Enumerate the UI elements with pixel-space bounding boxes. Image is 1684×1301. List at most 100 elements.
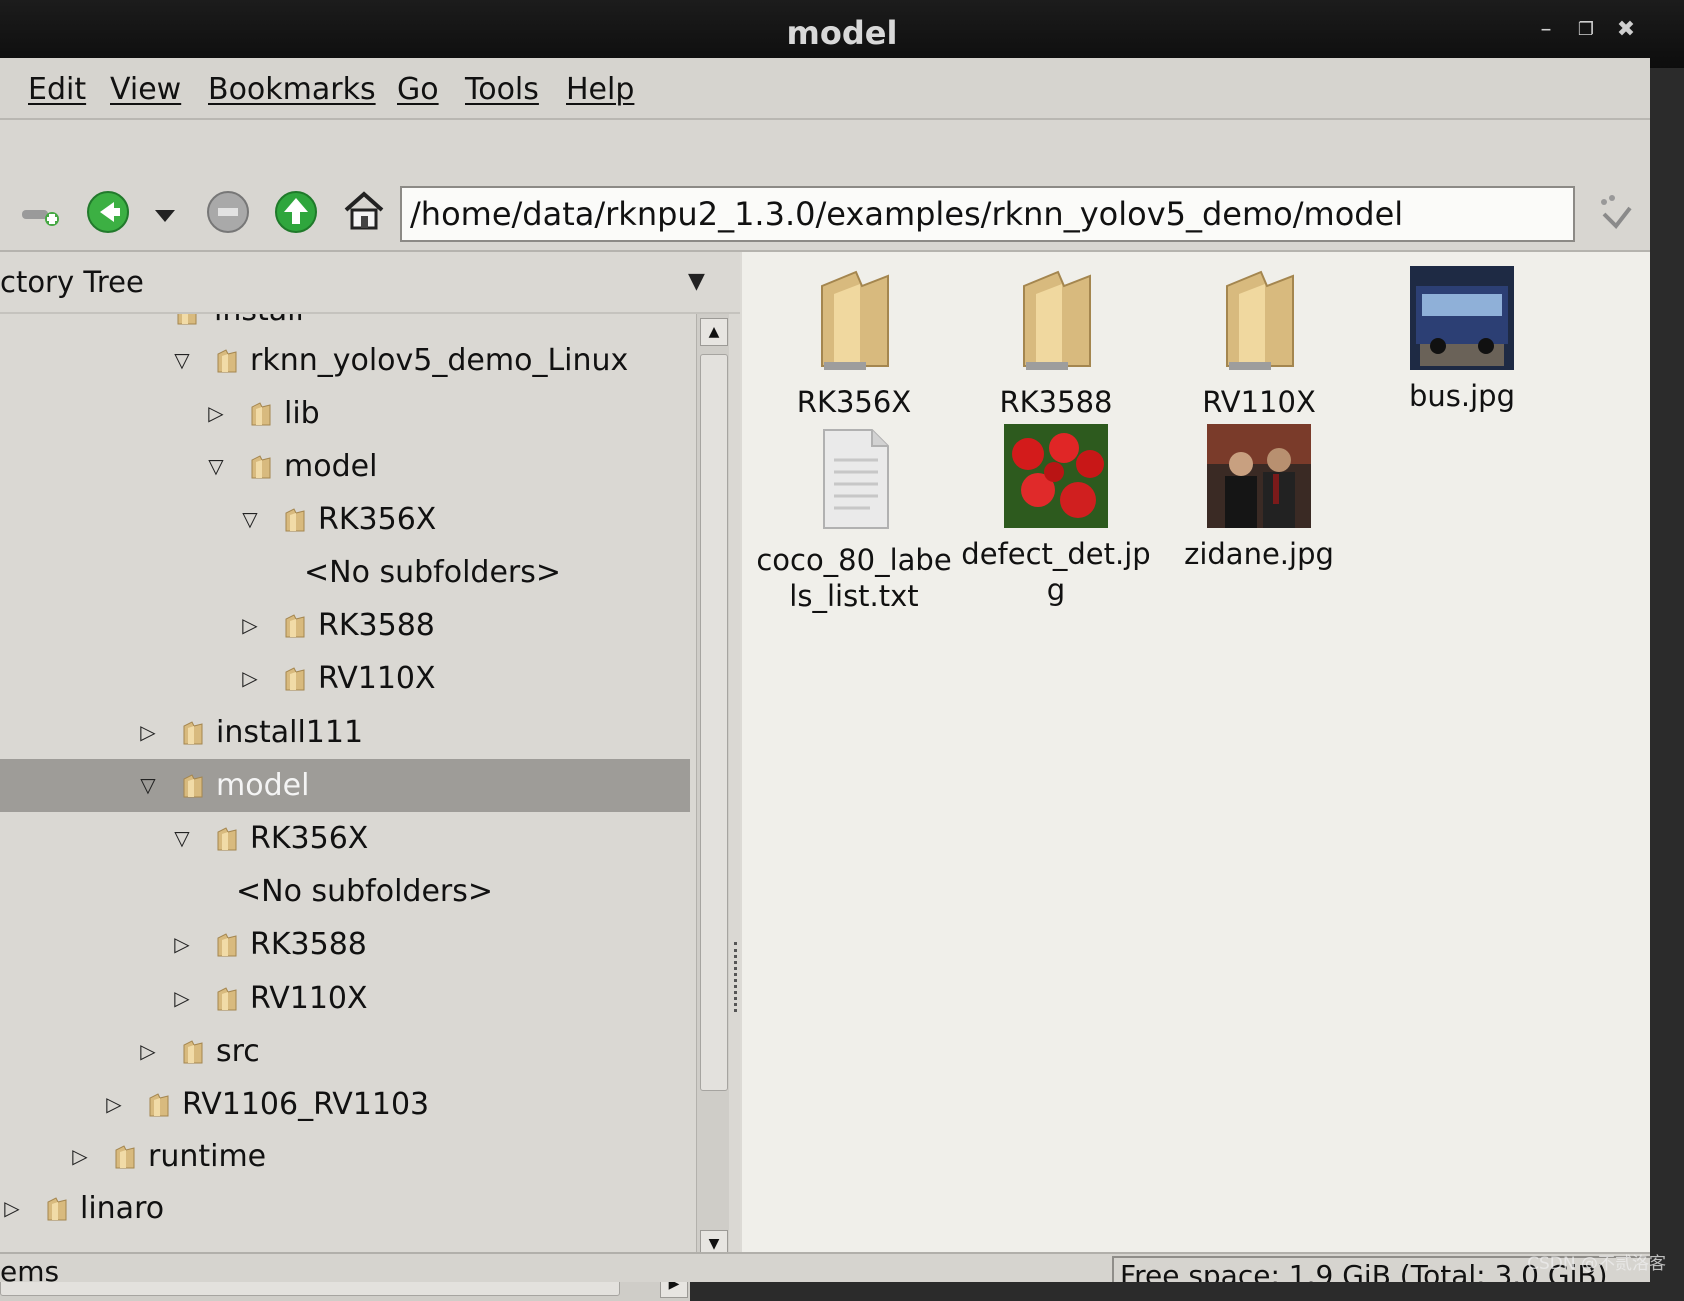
folder-icon — [212, 824, 242, 854]
folder-icon — [178, 1037, 208, 1067]
file-item[interactable]: coco_80_labels_list.txt — [754, 424, 954, 614]
folder-icon — [144, 1090, 174, 1120]
folder-item[interactable]: RK356X — [754, 266, 954, 420]
collapsed-arrow-icon[interactable]: ▷ — [0, 1182, 24, 1235]
file-name: bus.jpg — [1409, 379, 1515, 413]
expanded-arrow-icon[interactable]: ▽ — [170, 812, 194, 865]
dropdown-arrow-icon[interactable] — [150, 192, 180, 240]
folder-icon — [246, 452, 276, 482]
location-bar[interactable]: /home/data/rknpu2_1.3.0/examples/rknn_yo… — [400, 186, 1575, 242]
collapsed-arrow-icon[interactable]: ▷ — [204, 387, 228, 440]
folder-icon — [280, 505, 310, 535]
collapsed-arrow-icon[interactable]: ▷ — [238, 652, 262, 705]
file-name: RK356X — [796, 385, 912, 419]
collapsed-arrow-icon[interactable]: ▷ — [170, 918, 194, 971]
file-item[interactable]: bus.jpg — [1362, 266, 1562, 414]
collapsed-arrow-icon[interactable]: ▷ — [136, 706, 160, 759]
directory-tree[interactable]: install ▽rknn_yolov5_demo_Linux▷lib▽mode… — [0, 314, 690, 1257]
collapsed-arrow-icon[interactable]: ▷ — [238, 599, 262, 652]
tree-row[interactable]: ▷ RK3588 — [0, 918, 690, 971]
pane-splitter[interactable] — [734, 942, 741, 1012]
status-item-count: ems — [0, 1255, 60, 1282]
tree-row[interactable]: ▽ model — [0, 759, 690, 812]
tree-row[interactable]: ▷ RK3588 — [0, 599, 690, 652]
tree-row[interactable]: ▷ lib — [0, 387, 690, 440]
menu-edit[interactable]: Edit — [28, 72, 86, 107]
tree-row-label: <No subfolders> — [304, 555, 562, 590]
collapsed-arrow-icon[interactable]: ▷ — [170, 972, 194, 1025]
text-file-icon — [804, 424, 904, 534]
go-icon[interactable] — [1590, 190, 1638, 238]
tree-row[interactable]: ▷ linaro — [0, 1182, 690, 1235]
expanded-arrow-icon[interactable]: ▽ — [204, 440, 228, 493]
tree-row-label: runtime — [148, 1139, 267, 1174]
expanded-arrow-icon[interactable]: ▽ — [136, 759, 160, 812]
tree-row[interactable]: ▷ RV110X — [0, 972, 690, 1025]
tree-row[interactable]: ▷ RV1106_RV1103 — [0, 1078, 690, 1131]
tree-row-label: RK356X — [250, 821, 369, 856]
folder-icon — [172, 314, 202, 328]
tree-row[interactable]: ▷ RV110X — [0, 652, 690, 705]
image-thumbnail — [1207, 424, 1311, 528]
restore-icon[interactable]: ❐ — [1574, 18, 1598, 42]
expanded-arrow-icon[interactable]: ▽ — [170, 334, 194, 387]
folder-icon — [280, 611, 310, 641]
up-icon[interactable] — [272, 188, 320, 236]
tree-row[interactable]: ▽ model — [0, 440, 690, 493]
tree-vertical-scrollbar[interactable]: ▲ ▼ — [696, 314, 729, 1264]
folder-icon — [1209, 266, 1309, 376]
back-icon[interactable] — [84, 188, 132, 236]
tree-row[interactable]: ▽ RK356X — [0, 812, 690, 865]
tree-row[interactable]: ▷ src — [0, 1025, 690, 1078]
stop-icon[interactable] — [204, 188, 252, 236]
side-pane: ctory Tree ▼ install ▽rknn_yolov5_demo_L… — [0, 252, 741, 1301]
folder-icon — [178, 771, 208, 801]
watermark: CSDN @不贰洛客 — [1527, 1254, 1666, 1274]
toolbar: /home/data/rknpu2_1.3.0/examples/rknn_yo… — [0, 120, 1650, 252]
tree-row[interactable]: ▷ install111 — [0, 706, 690, 759]
folder-item[interactable]: RK3588 — [956, 266, 1156, 420]
file-name: zidane.jpg — [1184, 537, 1334, 571]
tree-row[interactable]: <No subfolders> — [0, 546, 690, 599]
image-thumbnail — [1004, 424, 1108, 528]
tree-row-label: model — [216, 768, 310, 803]
folder-icon — [110, 1142, 140, 1172]
collapsed-arrow-icon[interactable]: ▷ — [68, 1130, 92, 1183]
menu-view[interactable]: View — [110, 72, 181, 107]
file-name: coco_80_labels_list.txt — [756, 543, 952, 613]
file-view[interactable]: RK356X RK3588 RV110X bus.jpg coco_80_labels_… — [742, 252, 1650, 1252]
window-title: model — [786, 14, 898, 52]
scroll-up-arrow-icon[interactable]: ▲ — [700, 318, 728, 346]
collapsed-arrow-icon[interactable]: ▷ — [136, 1025, 160, 1078]
side-pane-title: ctory Tree — [0, 265, 144, 299]
image-thumbnail — [1410, 266, 1514, 370]
expanded-arrow-icon[interactable]: ▽ — [238, 493, 262, 546]
tree-row-label: RK356X — [318, 502, 437, 537]
collapsed-arrow-icon[interactable]: ▷ — [102, 1078, 126, 1131]
tree-row-label: RK3588 — [250, 927, 367, 962]
menu-go[interactable]: Go — [397, 72, 439, 107]
menu-tools[interactable]: Tools — [465, 72, 539, 107]
tree-row[interactable]: ▽ RK356X — [0, 493, 690, 546]
menu-bookmarks[interactable]: Bookmarks — [208, 72, 376, 107]
tree-row[interactable]: <No subfolders> — [0, 865, 690, 918]
folder-icon — [246, 399, 276, 429]
scroll-thumb[interactable] — [700, 354, 728, 1091]
folder-icon — [280, 664, 310, 694]
tree-row-label: model — [284, 449, 378, 484]
minimize-icon[interactable]: – — [1534, 18, 1558, 42]
file-item[interactable]: defect_det.jpg — [956, 424, 1156, 608]
folder-icon — [212, 984, 242, 1014]
tree-row[interactable]: ▽ rknn_yolov5_demo_Linux — [0, 334, 690, 387]
file-item[interactable]: zidane.jpg — [1159, 424, 1359, 572]
home-icon[interactable] — [340, 186, 388, 234]
menu-help[interactable]: Help — [566, 72, 634, 107]
status-bar: ems Free space: 1.9 GiB (Total: 3.0 GiB) — [0, 1252, 1650, 1282]
new-tab-icon[interactable] — [18, 192, 66, 240]
side-pane-header[interactable]: ctory Tree ▼ — [0, 252, 740, 314]
chevron-down-icon[interactable]: ▼ — [688, 252, 705, 312]
tree-row[interactable]: ▷ runtime — [0, 1130, 690, 1183]
close-icon[interactable]: ✖ — [1614, 18, 1638, 42]
folder-item[interactable]: RV110X — [1159, 266, 1359, 420]
folder-icon — [1006, 266, 1106, 376]
